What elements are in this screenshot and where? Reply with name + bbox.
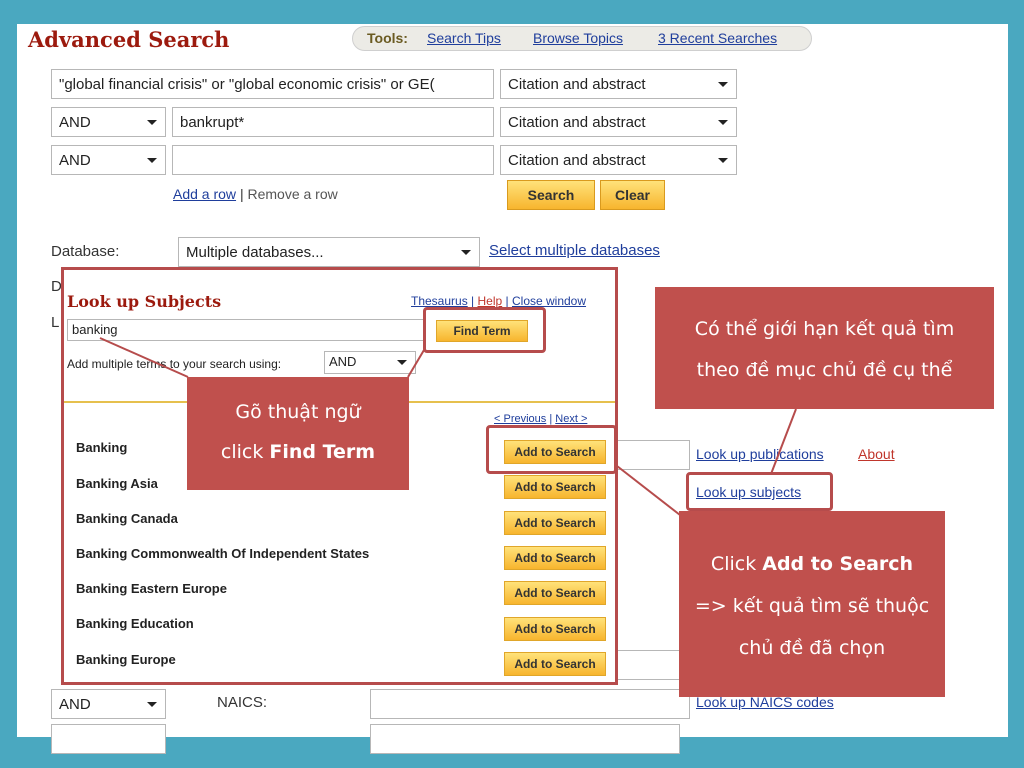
callout-find-term: Gõ thuật ngữ click Find Term (187, 377, 409, 490)
callout-line: Có thể giới hạn kết quả tìm (694, 318, 955, 340)
callout-line: click Find Term (220, 441, 376, 463)
callout-line: chủ đề đã chọn (738, 637, 886, 659)
callout-subjects: Có thể giới hạn kết quả tìm theo đề mục … (655, 287, 994, 409)
callout-line: Gõ thuật ngữ (235, 401, 361, 423)
callout-line: Click Add to Search (710, 553, 914, 575)
callout-add-to-search: Click Add to Search => kết quả tìm sẽ th… (679, 511, 945, 697)
callout-line: => kết quả tìm sẽ thuộc (694, 595, 930, 617)
callout-line: theo đề mục chủ đề cụ thể (696, 359, 953, 381)
